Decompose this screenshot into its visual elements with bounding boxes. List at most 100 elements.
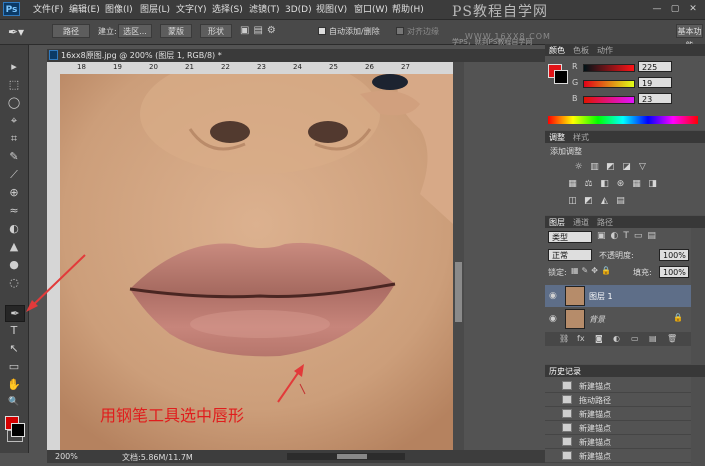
background-color-swatch[interactable] bbox=[11, 423, 25, 437]
lasso-tool-icon[interactable]: ◯ bbox=[5, 95, 23, 110]
color-balance-icon[interactable]: ⚖ bbox=[583, 180, 594, 189]
menu-3d[interactable]: 3D(D) bbox=[285, 3, 312, 17]
align-edges-checkbox[interactable] bbox=[396, 27, 404, 35]
move-tool-icon[interactable]: ▸ bbox=[5, 59, 23, 74]
menu-image[interactable]: 图像(I) bbox=[105, 3, 133, 17]
panel-background-swatch[interactable] bbox=[554, 70, 568, 84]
new-layer-icon[interactable]: ▤ bbox=[649, 334, 657, 343]
menu-filter[interactable]: 滤镜(T) bbox=[249, 3, 280, 17]
black-white-icon[interactable]: ◧ bbox=[599, 180, 610, 189]
history-item[interactable]: 新建锚点 bbox=[545, 407, 691, 421]
color-spectrum-ramp[interactable] bbox=[548, 116, 698, 124]
visibility-eye-icon[interactable]: ◉ bbox=[549, 291, 559, 301]
opacity-input[interactable]: 100% bbox=[659, 249, 689, 261]
marquee-tool-icon[interactable]: ⬚ bbox=[5, 77, 23, 92]
horizontal-scrollbar[interactable] bbox=[287, 453, 405, 460]
document-tab[interactable]: 16xx8原图.jpg @ 200% (图层 1, RGB/8) * bbox=[47, 49, 545, 62]
lock-icons[interactable]: ▦✎✥🔒 bbox=[571, 266, 623, 278]
hue-saturation-icon[interactable]: ▦ bbox=[567, 180, 578, 189]
layer-name[interactable]: 图层 1 bbox=[589, 291, 613, 302]
fill-input[interactable]: 100% bbox=[659, 266, 689, 278]
tab-adjustments[interactable]: 调整 bbox=[549, 132, 565, 143]
layer-row[interactable]: ◉ 图层 1 bbox=[545, 285, 691, 307]
tab-swatches[interactable]: 色板 bbox=[573, 45, 589, 56]
g-value[interactable]: 19 bbox=[638, 77, 672, 88]
menu-help[interactable]: 帮助(H) bbox=[392, 3, 424, 17]
hand-tool-icon[interactable]: ✋ bbox=[5, 377, 23, 392]
fx-icon[interactable]: fx bbox=[577, 334, 585, 343]
path-operations-icon[interactable]: ▣▤⚙ bbox=[240, 25, 310, 39]
tab-color[interactable]: 颜色 bbox=[549, 45, 565, 56]
visibility-eye-icon[interactable]: ◉ bbox=[549, 314, 559, 324]
eyedropper-tool-icon[interactable]: ✎ bbox=[5, 149, 23, 164]
brush-tool-icon[interactable]: ⊕ bbox=[5, 185, 23, 200]
vibrance-icon[interactable]: ▽ bbox=[637, 163, 648, 172]
menu-layer[interactable]: 图层(L) bbox=[140, 3, 170, 17]
path-mode-select[interactable]: 路径 bbox=[52, 24, 90, 38]
history-item[interactable]: 新建锚点 bbox=[545, 421, 691, 435]
layer-row[interactable]: ◉ 背景 🔒 bbox=[545, 308, 691, 330]
selection-button[interactable]: 选区... bbox=[118, 24, 152, 38]
eraser-tool-icon[interactable]: ▲ bbox=[5, 239, 23, 254]
layer-name[interactable]: 背景 bbox=[589, 314, 605, 325]
gradient-map-icon[interactable]: ▤ bbox=[615, 197, 626, 206]
menu-window[interactable]: 窗口(W) bbox=[354, 3, 388, 17]
tab-paths[interactable]: 路径 bbox=[597, 217, 613, 228]
tab-actions[interactable]: 动作 bbox=[597, 45, 613, 56]
menu-view[interactable]: 视图(V) bbox=[316, 3, 347, 17]
curves-icon[interactable]: ◩ bbox=[605, 163, 616, 172]
color-lookup-icon[interactable]: ◨ bbox=[647, 180, 658, 189]
history-item[interactable]: 拖动路径 bbox=[545, 393, 691, 407]
levels-icon[interactable]: ▥ bbox=[589, 163, 600, 172]
threshold-icon[interactable]: ◭ bbox=[599, 197, 610, 206]
type-tool-icon[interactable]: T bbox=[5, 323, 23, 338]
r-value[interactable]: 225 bbox=[638, 61, 672, 72]
shape-button[interactable]: 形状 bbox=[200, 24, 232, 38]
b-value[interactable]: 23 bbox=[638, 93, 672, 104]
crop-tool-icon[interactable]: ⌗ bbox=[5, 131, 23, 146]
quick-select-tool-icon[interactable]: ⌖ bbox=[5, 113, 23, 128]
b-slider[interactable] bbox=[583, 96, 635, 104]
horizontal-scroll-thumb[interactable] bbox=[337, 454, 367, 459]
add-mask-icon[interactable]: ◙ bbox=[595, 334, 603, 343]
path-selection-tool-icon[interactable]: ↖ bbox=[5, 341, 23, 356]
g-slider[interactable] bbox=[583, 80, 635, 88]
close-icon[interactable]: ✕ bbox=[686, 3, 700, 15]
history-item[interactable]: 新建锚点 bbox=[545, 449, 691, 463]
r-slider[interactable] bbox=[583, 64, 635, 72]
rectangle-tool-icon[interactable]: ▭ bbox=[5, 359, 23, 374]
posterize-icon[interactable]: ◩ bbox=[583, 197, 594, 206]
layer-filter-icons[interactable]: ▣◐T▭▤ bbox=[597, 231, 687, 243]
image-canvas[interactable]: 用钢笔工具选中唇形 bbox=[60, 74, 453, 450]
menu-file[interactable]: 文件(F) bbox=[33, 3, 63, 17]
healing-brush-tool-icon[interactable]: ⟋ bbox=[5, 167, 23, 182]
channel-mixer-icon[interactable]: ▦ bbox=[631, 180, 642, 189]
tab-history[interactable]: 历史记录 bbox=[549, 366, 581, 377]
zoom-tool-icon[interactable]: 🔍 bbox=[5, 395, 23, 410]
vertical-scrollbar[interactable] bbox=[453, 62, 464, 450]
dodge-tool-icon[interactable]: ◌ bbox=[5, 275, 23, 290]
delete-layer-icon[interactable]: 🗑 bbox=[667, 334, 677, 343]
zoom-level[interactable]: 200% bbox=[55, 452, 78, 461]
gradient-tool-icon[interactable]: ● bbox=[5, 257, 23, 272]
history-item[interactable]: 新建锚点 bbox=[545, 379, 691, 393]
mask-button[interactable]: 蒙版 bbox=[160, 24, 192, 38]
blend-mode-select[interactable]: 正常 bbox=[548, 249, 592, 261]
pen-tool-icon[interactable]: ✒ bbox=[5, 305, 25, 322]
link-layers-icon[interactable]: ⛓ bbox=[559, 334, 569, 343]
menu-select[interactable]: 选择(S) bbox=[212, 3, 243, 17]
brightness-icon[interactable]: ☼ bbox=[573, 163, 584, 172]
maximize-icon[interactable]: ▢ bbox=[668, 3, 682, 15]
adjustment-layer-icon[interactable]: ◐ bbox=[613, 334, 620, 343]
tab-styles[interactable]: 样式 bbox=[573, 132, 589, 143]
scroll-thumb[interactable] bbox=[455, 262, 462, 322]
history-item[interactable]: 新建锚点 bbox=[545, 435, 691, 449]
clone-stamp-tool-icon[interactable]: ≈ bbox=[5, 203, 23, 218]
menu-type[interactable]: 文字(Y) bbox=[176, 3, 207, 17]
workspace-select[interactable]: 基本功能 bbox=[676, 24, 703, 50]
invert-icon[interactable]: ◫ bbox=[567, 197, 578, 206]
photo-filter-icon[interactable]: ⊛ bbox=[615, 180, 626, 189]
layer-filter-select[interactable]: 类型 bbox=[548, 231, 592, 243]
exposure-icon[interactable]: ◪ bbox=[621, 163, 632, 172]
auto-add-delete-checkbox[interactable] bbox=[318, 27, 326, 35]
